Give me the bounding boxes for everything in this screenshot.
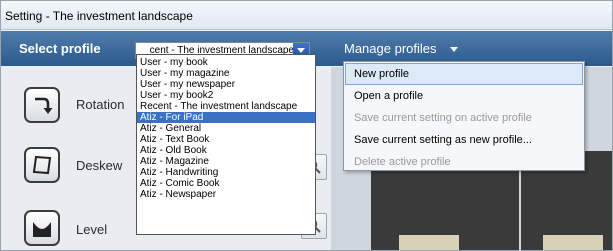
rotation-label: Rotation [76, 97, 125, 112]
menu-item-save-as-new[interactable]: Save current setting as new profile... [345, 129, 583, 151]
level-button[interactable] [24, 210, 60, 246]
profile-option-selected[interactable]: Atiz - For iPad [137, 112, 315, 123]
profile-option[interactable]: Atiz - Newspaper [137, 189, 315, 200]
level-label: Level [76, 222, 108, 237]
settings-window: Setting - The investment landscape Selec… [0, 0, 613, 251]
profile-option[interactable]: User - my book2 [137, 90, 315, 101]
deskew-label: Deskew [76, 158, 123, 173]
menu-item-delete-profile: Delete active profile [354, 156, 451, 168]
manage-profiles-menu: New profile Open a profile Save current … [343, 61, 585, 171]
select-profile-label: Select profile [19, 41, 101, 56]
profile-option[interactable]: Atiz - Text Book [137, 134, 315, 145]
deskew-icon [32, 155, 52, 175]
profile-option[interactable]: Atiz - Handwriting [137, 167, 315, 178]
menu-item-open-profile[interactable]: Open a profile [345, 85, 583, 107]
profile-option[interactable]: Atiz - Old Book [137, 145, 315, 156]
menu-item-save-active: Save current setting on active profile [354, 112, 532, 124]
profile-option[interactable]: User - my newspaper [137, 79, 315, 90]
profile-option[interactable]: User - my magazine [137, 68, 315, 79]
profile-option[interactable]: Atiz - Magazine [137, 156, 315, 167]
rotate-icon [35, 97, 53, 114]
level-icon [33, 222, 51, 237]
profile-option[interactable]: Atiz - Comic Book [137, 178, 315, 189]
left-page-thumbnail [399, 235, 459, 250]
title-bar: Setting - The investment landscape [1, 1, 612, 30]
menu-item-new-profile[interactable]: New profile [345, 63, 583, 85]
profile-option[interactable]: User - my book [137, 57, 315, 68]
profile-option[interactable]: Atiz - General [137, 123, 315, 134]
profile-option[interactable]: Recent - The investment landscape [137, 101, 315, 112]
profile-dropdown-list: User - my book User - my magazine User -… [136, 54, 316, 235]
caret-down-icon[interactable] [450, 47, 458, 52]
deskew-button[interactable] [24, 147, 60, 183]
window-title: Setting - The investment landscape [5, 9, 193, 23]
rotation-button[interactable] [24, 87, 60, 123]
manage-profiles-button[interactable]: Manage profiles [344, 41, 437, 56]
right-page-thumbnail [543, 235, 603, 250]
